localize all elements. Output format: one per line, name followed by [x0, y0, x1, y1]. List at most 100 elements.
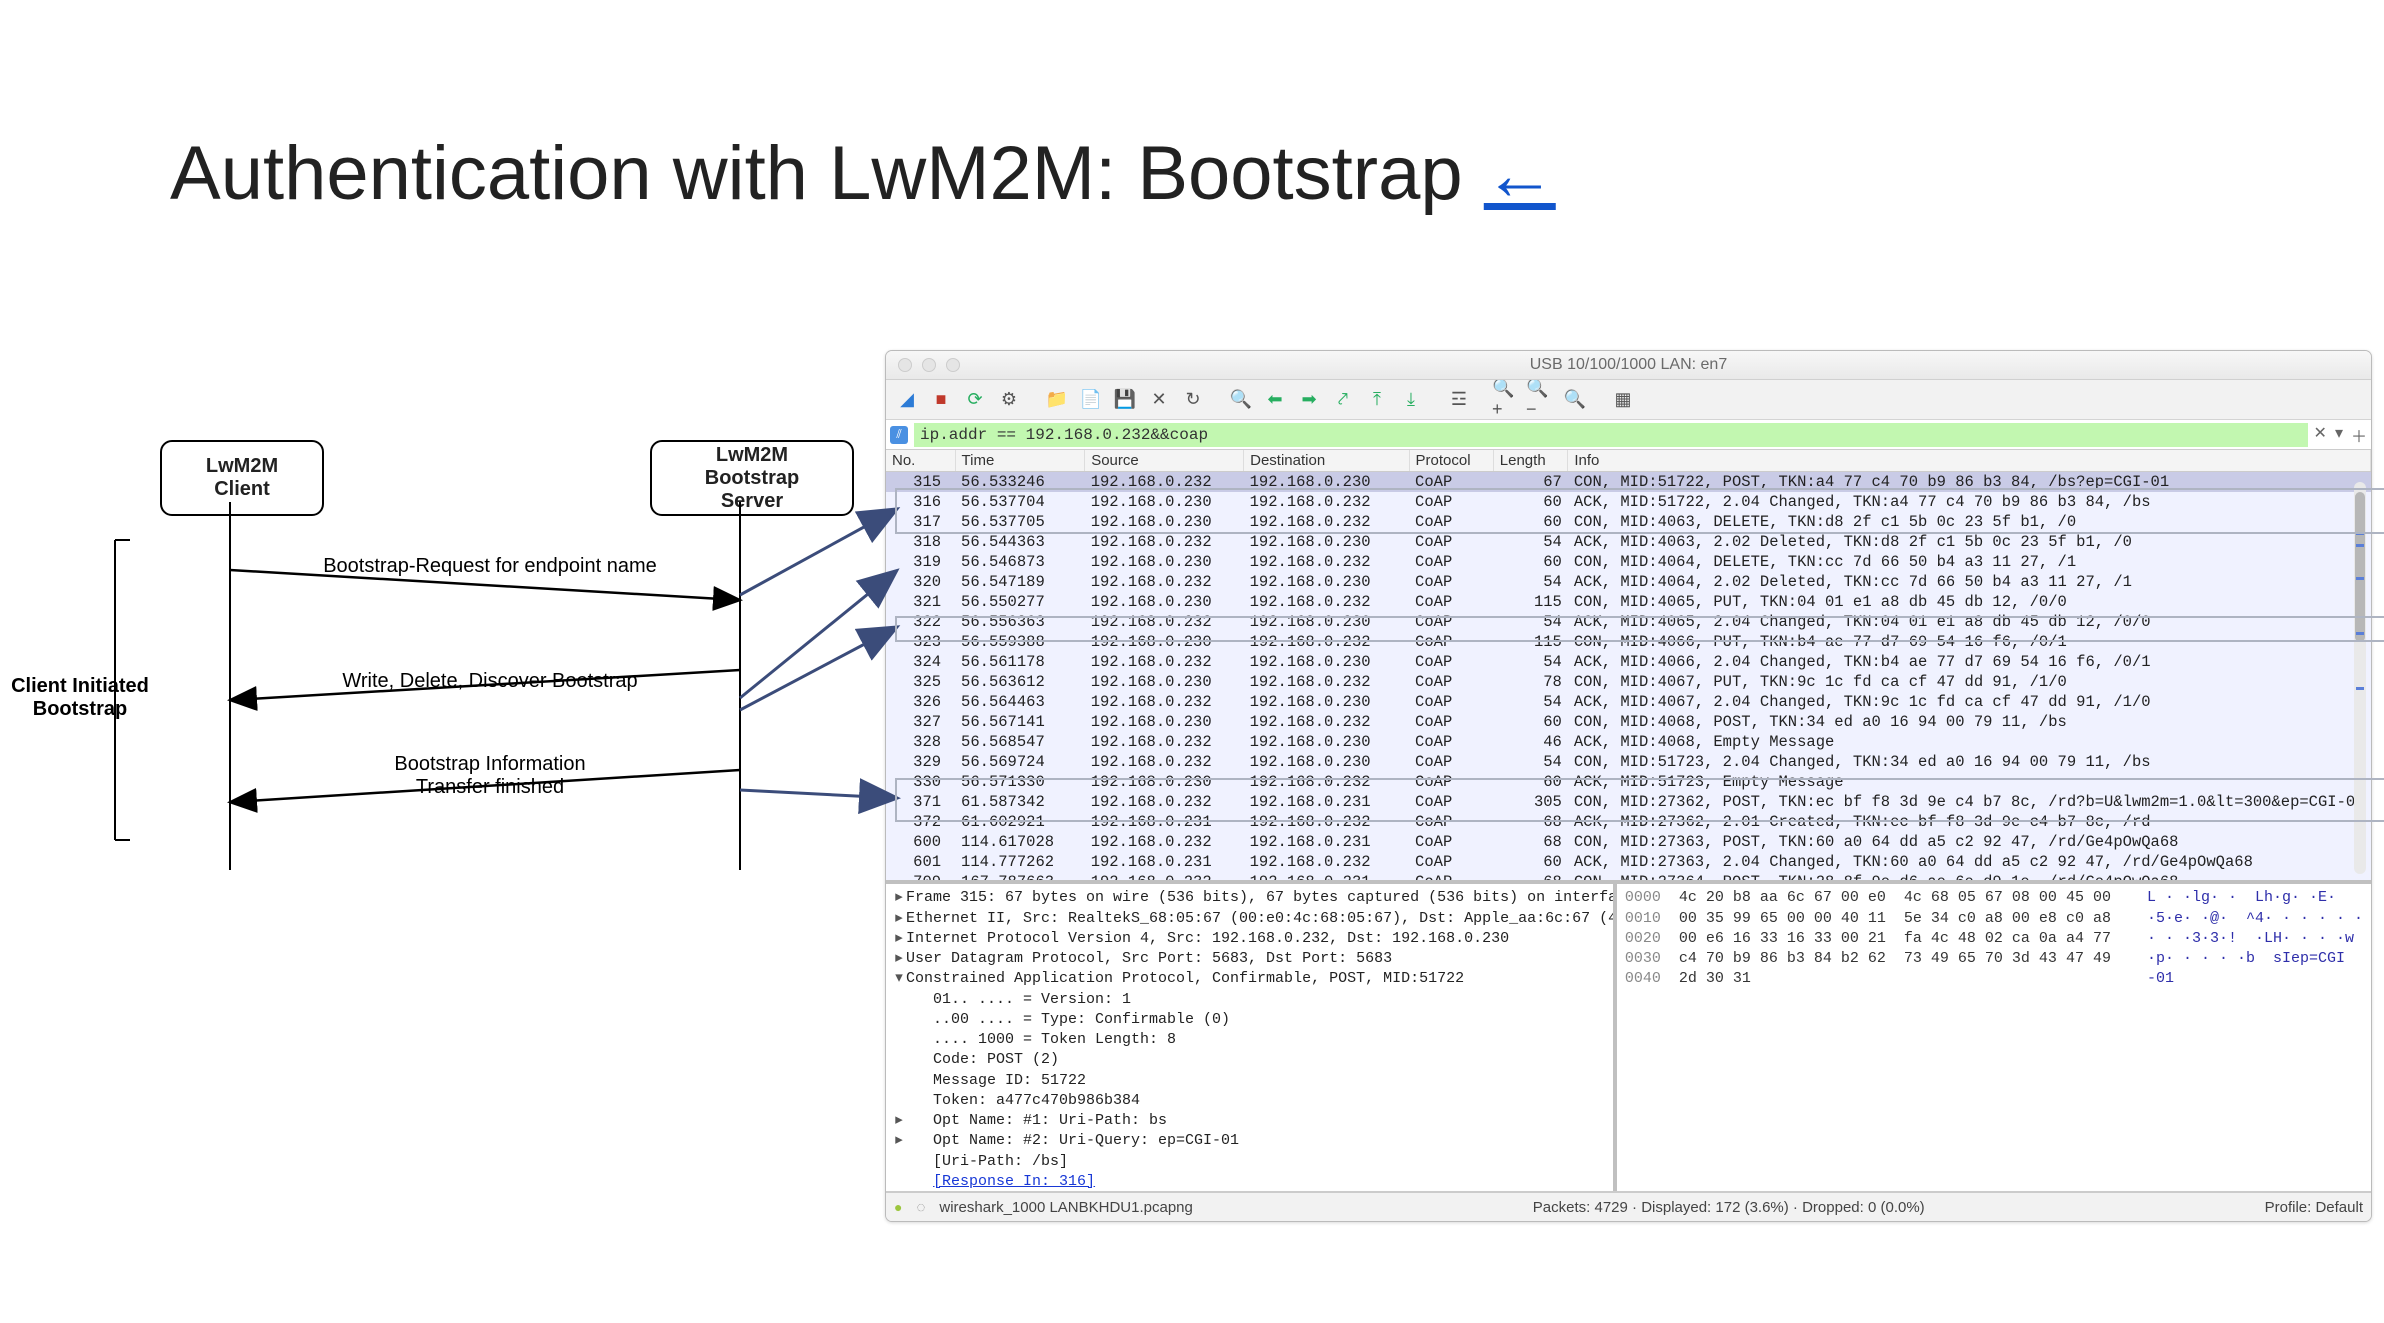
close-icon[interactable]: ✕	[1144, 384, 1174, 414]
first-icon[interactable]: ⤒	[1362, 384, 1392, 414]
packet-row[interactable]: 709167.787663192.168.0.232192.168.0.231C…	[886, 872, 2371, 884]
packet-row[interactable]: 600114.617028192.168.0.232192.168.0.231C…	[886, 832, 2371, 852]
fwd-icon[interactable]: ➡	[1294, 384, 1324, 414]
zoom-out-icon[interactable]: 🔍−	[1526, 384, 1556, 414]
detail-line[interactable]: ▸User Datagram Protocol, Src Port: 5683,…	[892, 949, 1607, 969]
response-link[interactable]: [Response In: 316]	[933, 1173, 1095, 1190]
detail-line[interactable]: .... 1000 = Token Length: 8	[892, 1030, 1607, 1050]
detail-line[interactable]: ▸Frame 315: 67 bytes on wire (536 bits),…	[892, 888, 1607, 908]
packet-row[interactable]: 31556.533246192.168.0.232192.168.0.230Co…	[886, 472, 2371, 493]
disclosure-icon	[892, 1091, 906, 1111]
restart-icon[interactable]: ⟳	[960, 384, 990, 414]
packet-row[interactable]: 37161.587342192.168.0.232192.168.0.231Co…	[886, 792, 2371, 812]
search-icon[interactable]: 🔍	[1226, 384, 1256, 414]
packet-row[interactable]: 37261.602921192.168.0.231192.168.0.232Co…	[886, 812, 2371, 832]
disclosure-icon[interactable]: ▸	[892, 949, 906, 969]
detail-line[interactable]: ▸Internet Protocol Version 4, Src: 192.1…	[892, 929, 1607, 949]
packet-row[interactable]: 31856.544363192.168.0.232192.168.0.230Co…	[886, 532, 2371, 552]
back-icon[interactable]: ⬅	[1260, 384, 1290, 414]
wireshark-toolbar: ◢■⟳⚙📁📄💾✕↻🔍⬅➡⤤⤒⤓☲🔍+🔍−🔍▦	[886, 380, 2371, 420]
cols-icon[interactable]: ☲	[1444, 384, 1474, 414]
packet-bytes-pane[interactable]: 0000 4c 20 b8 aa 6c 67 00 e0 4c 68 05 67…	[1617, 884, 2371, 1191]
packet-row[interactable]: 32756.567141192.168.0.230192.168.0.232Co…	[886, 712, 2371, 732]
filter-icon: ⫽	[890, 426, 908, 444]
gear-icon[interactable]: ⚙	[994, 384, 1024, 414]
stop-icon[interactable]: ■	[926, 384, 956, 414]
filter-clear-icon[interactable]: ✕	[2314, 423, 2327, 447]
hex-line[interactable]: 0000 4c 20 b8 aa 6c 67 00 e0 4c 68 05 67…	[1625, 888, 2363, 908]
scroll-marker	[2356, 544, 2364, 547]
detail-line[interactable]: ▸Ethernet II, Src: RealtekS_68:05:67 (00…	[892, 909, 1607, 929]
col-info[interactable]: Info	[1568, 450, 2371, 472]
wireshark-window: USB 10/100/1000 LAN: en7 ◢■⟳⚙📁📄💾✕↻🔍⬅➡⤤⤒⤓…	[885, 350, 2372, 1222]
col-len[interactable]: Length	[1493, 450, 1568, 472]
packet-row[interactable]: 32656.564463192.168.0.232192.168.0.230Co…	[886, 692, 2371, 712]
packet-row[interactable]: 32456.561178192.168.0.232192.168.0.230Co…	[886, 652, 2371, 672]
save-icon[interactable]: 💾	[1110, 384, 1140, 414]
detail-line[interactable]: ▾Constrained Application Protocol, Confi…	[892, 969, 1607, 989]
status-led-icon: ●	[894, 1199, 902, 1215]
hex-line[interactable]: 0020 00 e6 16 33 16 33 00 21 fa 4c 48 02…	[1625, 929, 2363, 949]
detail-line[interactable]: Token: a477c470b986b384	[892, 1091, 1607, 1111]
packet-details-pane[interactable]: ▸Frame 315: 67 bytes on wire (536 bits),…	[886, 884, 1617, 1191]
packet-row[interactable]: 32056.547189192.168.0.232192.168.0.230Co…	[886, 572, 2371, 592]
zoom-in-icon[interactable]: 🔍+	[1492, 384, 1522, 414]
zoom-fit-icon[interactable]: 🔍	[1560, 384, 1590, 414]
col-time[interactable]: Time	[955, 450, 1085, 472]
last-icon[interactable]: ⤓	[1396, 384, 1426, 414]
page-icon[interactable]: 📄	[1076, 384, 1106, 414]
side-label: Client Initiated Bootstrap	[0, 675, 160, 721]
packet-row[interactable]: 32556.563612192.168.0.230192.168.0.232Co…	[886, 672, 2371, 692]
packet-row[interactable]: 601114.777262192.168.0.231192.168.0.232C…	[886, 852, 2371, 872]
scrollbar-thumb[interactable]	[2355, 492, 2365, 642]
detail-line[interactable]: Code: POST (2)	[892, 1050, 1607, 1070]
detail-line[interactable]: ▸ Opt Name: #1: Uri-Path: bs	[892, 1111, 1607, 1131]
detail-line[interactable]: 01.. .... = Version: 1	[892, 990, 1607, 1010]
detail-line[interactable]: [Uri-Path: /bs]	[892, 1152, 1607, 1172]
col-proto[interactable]: Protocol	[1409, 450, 1493, 472]
disclosure-icon[interactable]: ▸	[892, 929, 906, 949]
detail-line[interactable]: [Response In: 316]	[892, 1172, 1607, 1191]
filter-add-icon[interactable]: ＋	[2351, 423, 2367, 447]
scroll-marker	[2356, 687, 2364, 690]
display-filter-input[interactable]	[914, 423, 2308, 447]
lower-panes: ▸Frame 315: 67 bytes on wire (536 bits),…	[886, 884, 2371, 1192]
status-expert-icon[interactable]: ◌	[916, 1199, 925, 1216]
packet-scrollbar[interactable]	[2354, 482, 2366, 874]
filter-dropdown-icon[interactable]: ▾	[2335, 423, 2343, 447]
detail-line[interactable]: ..00 .... = Type: Confirmable (0)	[892, 1010, 1607, 1030]
hex-line[interactable]: 0030 c4 70 b9 86 b3 84 b2 62 73 49 65 70…	[1625, 949, 2363, 969]
disclosure-icon[interactable]: ▾	[892, 969, 906, 989]
packet-list-pane: No. Time Source Destination Protocol Len…	[886, 450, 2371, 884]
packet-row[interactable]: 32856.568547192.168.0.232192.168.0.230Co…	[886, 732, 2371, 752]
disclosure-icon[interactable]: ▸	[892, 1111, 906, 1131]
hex-line[interactable]: 0010 00 35 99 65 00 00 40 11 5e 34 c0 a8…	[1625, 909, 2363, 929]
jump-icon[interactable]: ⤤	[1328, 384, 1358, 414]
packet-row[interactable]: 32956.569724192.168.0.232192.168.0.230Co…	[886, 752, 2371, 772]
detail-line[interactable]: ▸ Opt Name: #2: Uri-Query: ep=CGI-01	[892, 1131, 1607, 1151]
disclosure-icon	[892, 1030, 906, 1050]
hex-line[interactable]: 0040 2d 30 31 -01	[1625, 969, 2363, 989]
msg-bootstrap-request: Bootstrap-Request for endpoint name	[280, 555, 700, 578]
msg-transfer-finished: Bootstrap Information Transfer finished	[330, 753, 650, 799]
packet-row[interactable]: 31956.546873192.168.0.230192.168.0.232Co…	[886, 552, 2371, 572]
packet-row[interactable]: 32256.556363192.168.0.232192.168.0.230Co…	[886, 612, 2371, 632]
packet-row[interactable]: 31656.537704192.168.0.230192.168.0.232Co…	[886, 492, 2371, 512]
disclosure-icon[interactable]: ▸	[892, 888, 906, 908]
status-profile[interactable]: Profile: Default	[2265, 1199, 2363, 1216]
fin-icon[interactable]: ◢	[892, 384, 922, 414]
col-no[interactable]: No.	[886, 450, 955, 472]
disclosure-icon[interactable]: ▸	[892, 909, 906, 929]
packet-row[interactable]: 32156.550277192.168.0.230192.168.0.232Co…	[886, 592, 2371, 612]
folder-icon[interactable]: 📁	[1042, 384, 1072, 414]
reload-icon[interactable]: ↻	[1178, 384, 1208, 414]
packet-row[interactable]: 32356.559388192.168.0.230192.168.0.232Co…	[886, 632, 2371, 652]
packet-row[interactable]: 31756.537705192.168.0.230192.168.0.232Co…	[886, 512, 2371, 532]
back-link[interactable]: ←	[1484, 135, 1556, 215]
disclosure-icon[interactable]: ▸	[892, 1131, 906, 1151]
col-dst[interactable]: Destination	[1244, 450, 1409, 472]
detail-line[interactable]: Message ID: 51722	[892, 1071, 1607, 1091]
packet-row[interactable]: 33056.571330192.168.0.230192.168.0.232Co…	[886, 772, 2371, 792]
col-src[interactable]: Source	[1085, 450, 1244, 472]
grid-icon[interactable]: ▦	[1608, 384, 1638, 414]
